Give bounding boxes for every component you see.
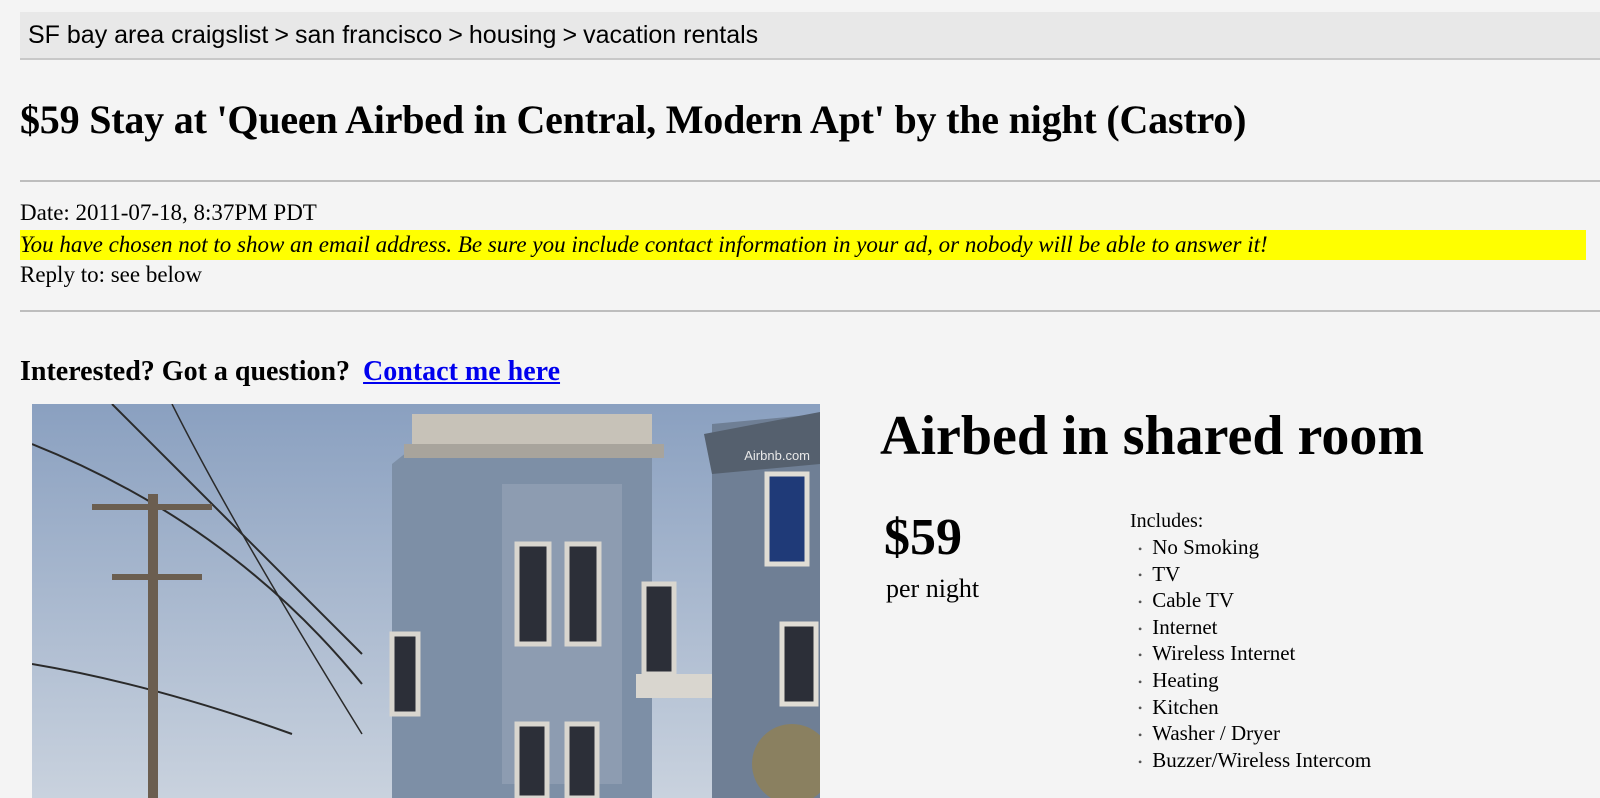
breadcrumb-separator: > [448, 21, 463, 49]
list-item: • Cable TV [1138, 587, 1371, 614]
price-unit: per night [886, 574, 980, 603]
divider [20, 310, 1600, 312]
bullet-icon: • [1138, 728, 1143, 743]
amenities-list: • No Smoking • TV • Cable TV • Internet • Wir… [1138, 534, 1371, 773]
amenity-label: Kitchen [1152, 694, 1219, 719]
breadcrumb-item-sf-bay-area[interactable]: SF bay area craigslist [28, 21, 268, 49]
listing-photo[interactable]: Airbnb.com [32, 404, 820, 798]
list-item: • Wireless Internet [1138, 640, 1371, 667]
breadcrumb-item-vacation-rentals[interactable]: vacation rentals [583, 21, 758, 49]
post-date: Date: 2011-07-18, 8:37PM PDT [20, 200, 317, 225]
list-item: • Buzzer/Wireless Intercom [1138, 747, 1371, 774]
contact-question: Interested? Got a question? [20, 356, 351, 387]
breadcrumb-item-san-francisco[interactable]: san francisco [295, 21, 442, 49]
amenity-label: TV [1152, 561, 1181, 586]
email-warning-banner: You have chosen not to show an email add… [20, 230, 1586, 260]
bullet-icon: • [1138, 701, 1143, 716]
contact-prompt: Interested? Got a question? Contact me h… [20, 356, 560, 388]
bullet-icon: • [1138, 621, 1143, 636]
amenity-label: Wireless Internet [1152, 641, 1296, 666]
amenity-label: Buzzer/Wireless Intercom [1152, 747, 1372, 772]
amenity-label: Internet [1152, 614, 1218, 639]
breadcrumb-separator: > [274, 21, 289, 49]
list-item: • No Smoking [1138, 534, 1371, 561]
divider [20, 180, 1600, 182]
includes-label: Includes: [1130, 510, 1204, 532]
bullet-icon: • [1138, 754, 1143, 769]
listing-price: $59 [884, 509, 962, 566]
list-item: • Washer / Dryer [1138, 720, 1371, 747]
breadcrumb-item-housing[interactable]: housing [469, 21, 557, 49]
bullet-icon: • [1138, 595, 1143, 610]
listing-heading: Airbed in shared room [880, 405, 1424, 467]
contact-link[interactable]: Contact me here [363, 356, 560, 387]
list-item: • Internet [1138, 614, 1371, 641]
list-item: • Kitchen [1138, 694, 1371, 721]
amenity-label: Heating [1152, 667, 1219, 692]
amenity-label: Cable TV [1152, 588, 1235, 613]
list-item: • TV [1138, 561, 1371, 588]
bullet-icon: • [1138, 568, 1143, 583]
breadcrumb-separator: > [562, 21, 578, 49]
breadcrumb: SF bay area craigslist > san francisco > hou… [20, 12, 1600, 60]
post-title: $59 Stay at 'Queen Airbed in Central, Mo… [20, 97, 1247, 142]
reply-to: Reply to: see below [20, 262, 203, 287]
amenity-label: Washer / Dryer [1152, 721, 1280, 746]
list-item: • Heating [1138, 667, 1371, 694]
bullet-icon: • [1138, 648, 1143, 663]
bullet-icon: • [1138, 674, 1143, 689]
photo-watermark: Airbnb.com [744, 448, 810, 463]
house-photo-image [32, 404, 820, 798]
bullet-icon: • [1138, 541, 1143, 556]
amenity-label: No Smoking [1152, 535, 1259, 559]
